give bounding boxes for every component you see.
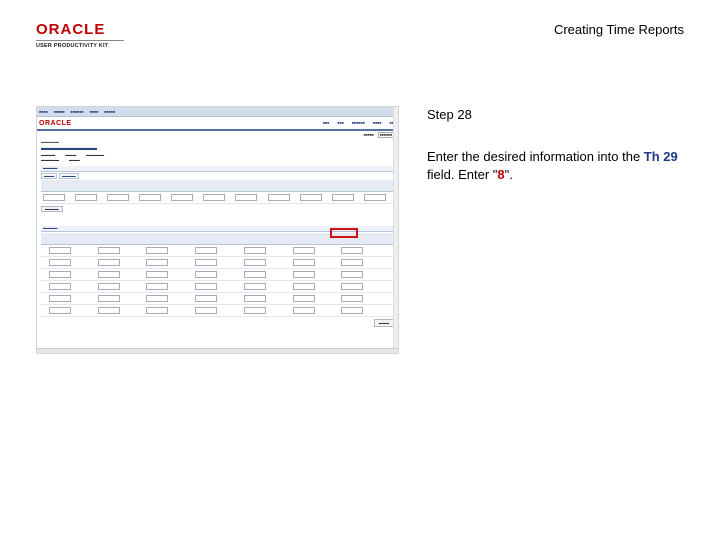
- screenshot-utility-links: ■■■■■ ■■■■■■: [363, 132, 394, 138]
- instruction-text-1: Enter the desired information into the: [427, 149, 644, 164]
- screenshot-section-header: ▬▬▬▬: [41, 166, 394, 172]
- screenshot-leave-section: ▬▬▬▬ ▬▬▬: [41, 226, 394, 327]
- logo-subtitle: USER PRODUCTIVITY KIT: [36, 43, 109, 49]
- oracle-logo-text: ORACLE: [36, 21, 106, 38]
- logo-divider: [36, 40, 124, 41]
- instruction-value: 8: [497, 167, 505, 182]
- oracle-upk-logo: ORACLE USER PRODUCTIVITY KIT: [36, 22, 128, 49]
- step-label: Step 28: [427, 107, 472, 122]
- screenshot-update-button: ▬▬▬: [373, 319, 394, 327]
- screenshot-add-row-button: ▬▬▬▬: [41, 206, 63, 212]
- screenshot-horizontal-scrollbar: [37, 348, 398, 353]
- screenshot-breadcrumb: ▬▬▬▬▬: [41, 140, 59, 144]
- step-instruction: Enter the desired information into the T…: [427, 148, 707, 184]
- screenshot-leave-grid: [41, 233, 394, 317]
- screenshot-time-grid: [41, 180, 394, 204]
- document-title: Creating Time Reports: [553, 22, 684, 37]
- screenshot-tabs: ▬▬▬ ▬▬▬▬: [41, 173, 394, 179]
- screenshot-nav-bar: ■■■■ ■■■■■ ■■■■■■ ■■■■ ■■■■■: [37, 107, 398, 117]
- screenshot-vertical-scrollbar: [393, 107, 398, 353]
- screenshot-top-links: ■■■■■■■■■■■■■■■■■■■: [322, 121, 396, 125]
- screenshot-oracle-logo: ORACLE: [39, 119, 72, 127]
- screenshot-page-title: ▬▬▬▬▬▬▬▬: [41, 145, 97, 152]
- screenshot-header-fields: ▬▬▬▬ ▬▬▬ ▬▬▬▬▬: [41, 153, 105, 157]
- th-29-field-highlight[interactable]: [330, 228, 358, 238]
- instruction-text-2: field. Enter ": [427, 167, 498, 182]
- screenshot-time-section: ▬▬▬▬ ▬▬▬ ▬▬▬▬ ▬▬▬▬: [41, 166, 394, 212]
- screenshot-brand-row: ORACLE ■■■■■■■■■■■■■■■■■■■: [37, 117, 398, 129]
- instruction-field-name: Th 29: [643, 149, 678, 164]
- instruction-text-3: ".: [504, 167, 513, 182]
- screenshot-page-header: ▬▬▬▬▬ ▬▬▬▬▬▬▬▬ ▬▬▬▬ ▬▬▬ ▬▬▬▬▬ ▬▬▬▬▬ ▬▬▬: [37, 139, 398, 163]
